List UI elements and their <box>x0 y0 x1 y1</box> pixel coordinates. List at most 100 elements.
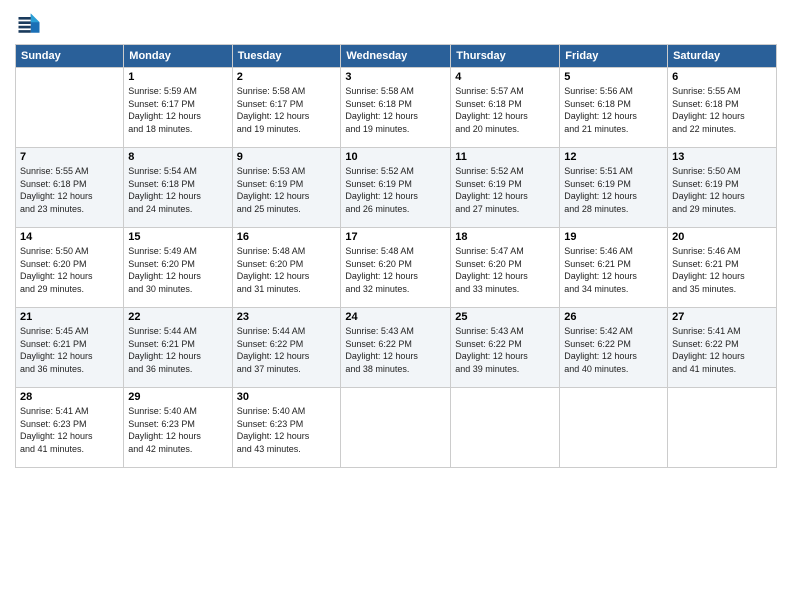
day-info: Sunrise: 5:40 AM Sunset: 6:23 PM Dayligh… <box>237 405 337 455</box>
calendar-day-header: Friday <box>560 45 668 68</box>
calendar-cell: 17 Sunrise: 5:48 AM Sunset: 6:20 PM Dayli… <box>341 228 451 308</box>
day-number: 13 <box>672 151 772 163</box>
calendar-header-row: SundayMondayTuesdayWednesdayThursdayFrid… <box>16 45 777 68</box>
day-number: 17 <box>345 231 446 243</box>
day-info: Sunrise: 5:45 AM Sunset: 6:21 PM Dayligh… <box>20 325 119 375</box>
day-number: 30 <box>237 391 337 403</box>
calendar-cell: 26 Sunrise: 5:42 AM Sunset: 6:22 PM Dayli… <box>560 308 668 388</box>
calendar-cell <box>16 68 124 148</box>
logo-icon <box>15 10 43 38</box>
calendar-cell: 10 Sunrise: 5:52 AM Sunset: 6:19 PM Dayli… <box>341 148 451 228</box>
day-number: 25 <box>455 311 555 323</box>
calendar-cell <box>341 388 451 468</box>
calendar-cell: 11 Sunrise: 5:52 AM Sunset: 6:19 PM Dayli… <box>451 148 560 228</box>
calendar-cell: 13 Sunrise: 5:50 AM Sunset: 6:19 PM Dayli… <box>668 148 777 228</box>
day-number: 7 <box>20 151 119 163</box>
calendar-day-header: Monday <box>124 45 232 68</box>
calendar-week-row: 21 Sunrise: 5:45 AM Sunset: 6:21 PM Dayli… <box>16 308 777 388</box>
day-number: 20 <box>672 231 772 243</box>
page: SundayMondayTuesdayWednesdayThursdayFrid… <box>0 0 792 612</box>
day-info: Sunrise: 5:52 AM Sunset: 6:19 PM Dayligh… <box>345 165 446 215</box>
day-info: Sunrise: 5:41 AM Sunset: 6:23 PM Dayligh… <box>20 405 119 455</box>
calendar-cell: 18Sunrise: 5:47 AM Sunset: 6:20 PM Dayli… <box>451 228 560 308</box>
day-number: 19 <box>564 231 663 243</box>
calendar-cell: 1Sunrise: 5:59 AM Sunset: 6:17 PM Daylig… <box>124 68 232 148</box>
day-number: 11 <box>455 151 555 163</box>
day-number: 16 <box>237 231 337 243</box>
calendar-day-header: Saturday <box>668 45 777 68</box>
calendar-cell: 2 Sunrise: 5:58 AM Sunset: 6:17 PM Daylig… <box>232 68 341 148</box>
day-info: Sunrise: 5:42 AM Sunset: 6:22 PM Dayligh… <box>564 325 663 375</box>
day-number: 14 <box>20 231 119 243</box>
calendar-week-row: 14 Sunrise: 5:50 AM Sunset: 6:20 PM Dayli… <box>16 228 777 308</box>
calendar-cell <box>451 388 560 468</box>
calendar-cell <box>668 388 777 468</box>
calendar-cell: 29Sunrise: 5:40 AM Sunset: 6:23 PM Dayli… <box>124 388 232 468</box>
calendar-cell: 16 Sunrise: 5:48 AM Sunset: 6:20 PM Dayli… <box>232 228 341 308</box>
calendar-week-row: 7Sunrise: 5:55 AM Sunset: 6:18 PM Daylig… <box>16 148 777 228</box>
calendar-cell: 20 Sunrise: 5:46 AM Sunset: 6:21 PM Dayli… <box>668 228 777 308</box>
day-info: Sunrise: 5:57 AM Sunset: 6:18 PM Dayligh… <box>455 85 555 135</box>
calendar-cell: 8Sunrise: 5:54 AM Sunset: 6:18 PM Daylig… <box>124 148 232 228</box>
calendar-cell <box>560 388 668 468</box>
day-info: Sunrise: 5:44 AM Sunset: 6:22 PM Dayligh… <box>237 325 337 375</box>
calendar-cell: 3 Sunrise: 5:58 AM Sunset: 6:18 PM Daylig… <box>341 68 451 148</box>
calendar-day-header: Thursday <box>451 45 560 68</box>
calendar-cell: 9 Sunrise: 5:53 AM Sunset: 6:19 PM Daylig… <box>232 148 341 228</box>
calendar-cell: 30 Sunrise: 5:40 AM Sunset: 6:23 PM Dayli… <box>232 388 341 468</box>
day-number: 23 <box>237 311 337 323</box>
calendar-week-row: 28 Sunrise: 5:41 AM Sunset: 6:23 PM Dayli… <box>16 388 777 468</box>
calendar-table: SundayMondayTuesdayWednesdayThursdayFrid… <box>15 44 777 468</box>
day-info: Sunrise: 5:51 AM Sunset: 6:19 PM Dayligh… <box>564 165 663 215</box>
day-info: Sunrise: 5:41 AM Sunset: 6:22 PM Dayligh… <box>672 325 772 375</box>
day-number: 12 <box>564 151 663 163</box>
calendar-cell: 6 Sunrise: 5:55 AM Sunset: 6:18 PM Daylig… <box>668 68 777 148</box>
day-number: 24 <box>345 311 446 323</box>
day-info: Sunrise: 5:50 AM Sunset: 6:19 PM Dayligh… <box>672 165 772 215</box>
day-number: 3 <box>345 71 446 83</box>
calendar-cell: 15 Sunrise: 5:49 AM Sunset: 6:20 PM Dayli… <box>124 228 232 308</box>
day-info: Sunrise: 5:46 AM Sunset: 6:21 PM Dayligh… <box>564 245 663 295</box>
calendar-cell: 24 Sunrise: 5:43 AM Sunset: 6:22 PM Dayli… <box>341 308 451 388</box>
day-info: Sunrise: 5:56 AM Sunset: 6:18 PM Dayligh… <box>564 85 663 135</box>
day-info: Sunrise: 5:43 AM Sunset: 6:22 PM Dayligh… <box>345 325 446 375</box>
day-number: 21 <box>20 311 119 323</box>
calendar-week-row: 1Sunrise: 5:59 AM Sunset: 6:17 PM Daylig… <box>16 68 777 148</box>
day-number: 2 <box>237 71 337 83</box>
day-info: Sunrise: 5:47 AM Sunset: 6:20 PM Dayligh… <box>455 245 555 295</box>
day-info: Sunrise: 5:52 AM Sunset: 6:19 PM Dayligh… <box>455 165 555 215</box>
day-number: 22 <box>128 311 227 323</box>
calendar-cell: 7Sunrise: 5:55 AM Sunset: 6:18 PM Daylig… <box>16 148 124 228</box>
day-info: Sunrise: 5:43 AM Sunset: 6:22 PM Dayligh… <box>455 325 555 375</box>
day-number: 4 <box>455 71 555 83</box>
day-number: 6 <box>672 71 772 83</box>
day-info: Sunrise: 5:59 AM Sunset: 6:17 PM Dayligh… <box>128 85 227 135</box>
day-info: Sunrise: 5:58 AM Sunset: 6:18 PM Dayligh… <box>345 85 446 135</box>
day-info: Sunrise: 5:55 AM Sunset: 6:18 PM Dayligh… <box>672 85 772 135</box>
logo <box>15 10 47 38</box>
day-number: 27 <box>672 311 772 323</box>
day-info: Sunrise: 5:50 AM Sunset: 6:20 PM Dayligh… <box>20 245 119 295</box>
day-info: Sunrise: 5:48 AM Sunset: 6:20 PM Dayligh… <box>237 245 337 295</box>
day-info: Sunrise: 5:53 AM Sunset: 6:19 PM Dayligh… <box>237 165 337 215</box>
day-info: Sunrise: 5:48 AM Sunset: 6:20 PM Dayligh… <box>345 245 446 295</box>
day-info: Sunrise: 5:54 AM Sunset: 6:18 PM Dayligh… <box>128 165 227 215</box>
day-info: Sunrise: 5:49 AM Sunset: 6:20 PM Dayligh… <box>128 245 227 295</box>
calendar-cell: 21 Sunrise: 5:45 AM Sunset: 6:21 PM Dayli… <box>16 308 124 388</box>
day-number: 15 <box>128 231 227 243</box>
day-number: 9 <box>237 151 337 163</box>
calendar-cell: 5 Sunrise: 5:56 AM Sunset: 6:18 PM Daylig… <box>560 68 668 148</box>
calendar-cell: 4 Sunrise: 5:57 AM Sunset: 6:18 PM Daylig… <box>451 68 560 148</box>
day-number: 26 <box>564 311 663 323</box>
day-number: 10 <box>345 151 446 163</box>
calendar-cell: 28 Sunrise: 5:41 AM Sunset: 6:23 PM Dayli… <box>16 388 124 468</box>
day-info: Sunrise: 5:46 AM Sunset: 6:21 PM Dayligh… <box>672 245 772 295</box>
day-number: 29 <box>128 391 227 403</box>
calendar-day-header: Wednesday <box>341 45 451 68</box>
calendar-cell: 25 Sunrise: 5:43 AM Sunset: 6:22 PM Dayli… <box>451 308 560 388</box>
day-info: Sunrise: 5:58 AM Sunset: 6:17 PM Dayligh… <box>237 85 337 135</box>
calendar-cell: 14 Sunrise: 5:50 AM Sunset: 6:20 PM Dayli… <box>16 228 124 308</box>
day-number: 28 <box>20 391 119 403</box>
calendar-cell: 12 Sunrise: 5:51 AM Sunset: 6:19 PM Dayli… <box>560 148 668 228</box>
day-number: 5 <box>564 71 663 83</box>
